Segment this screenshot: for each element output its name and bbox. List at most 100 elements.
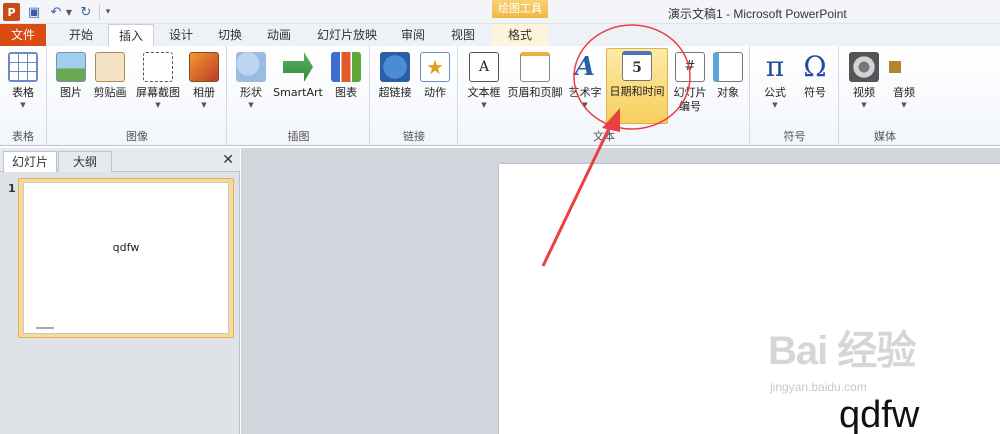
drawing-tools-header: 绘图工具 (492, 0, 548, 18)
customize-quick-access-icon[interactable]: ▾ (103, 3, 113, 21)
logo-letter: P (7, 5, 16, 19)
tab-transitions[interactable]: 切换 (207, 24, 253, 46)
film-reel-icon (849, 52, 879, 82)
hyperlink-label: 超链接 (378, 86, 412, 99)
slide-thumbnail: qdfw (23, 182, 229, 334)
table-icon (8, 52, 38, 82)
tab-review[interactable]: 审阅 (390, 24, 436, 46)
picture-icon (56, 52, 86, 82)
screenshot-icon (143, 52, 173, 82)
audio-label: 音频 (893, 86, 915, 99)
slide-number-label-line2: 编号 (679, 100, 701, 113)
symbol-button[interactable]: Ω 符号 (797, 50, 833, 122)
symbol-label: 符号 (804, 86, 826, 99)
dropdown-arrow-icon: ▼ (201, 101, 207, 109)
dropdown-arrow-icon: ▼ (481, 101, 487, 109)
shapes-label: 形状 (240, 86, 262, 99)
group-label-symbols: 符号 (783, 130, 806, 143)
clipart-label: 剪贴画 (93, 86, 127, 99)
object-label: 对象 (717, 86, 739, 99)
tab-home[interactable]: 开始 (57, 24, 105, 46)
quick-access-divider (99, 4, 100, 20)
textbox-icon: A (469, 52, 499, 82)
hyperlink-button[interactable]: 超链接 (375, 50, 415, 122)
video-label: 视频 (853, 86, 875, 99)
group-text: A 文本框 ▼ 页眉和页脚 A 艺术字 ▼ 5 日期和时间 # 幻灯片 编号 对… (459, 46, 750, 146)
wordart-icon: A (574, 52, 596, 82)
date-time-button[interactable]: 5 日期和时间 (606, 48, 668, 124)
dropdown-arrow-icon: ▼ (772, 101, 778, 109)
slide-number-label-line1: 幻灯片 (673, 86, 707, 99)
object-icon (713, 52, 743, 82)
screenshot-button[interactable]: 屏幕截图 ▼ (132, 50, 184, 122)
chart-button[interactable]: 图表 (328, 50, 364, 122)
powerpoint-logo-icon[interactable]: P (3, 3, 20, 21)
group-label-text: 文本 (593, 130, 615, 143)
slide-number-button[interactable]: # 幻灯片 编号 (670, 50, 710, 122)
chart-icon (331, 52, 361, 82)
wordart-label: 艺术字 (568, 86, 602, 99)
group-label-links: 链接 (403, 130, 425, 143)
header-footer-label: 页眉和页脚 (507, 86, 563, 99)
redo-icon[interactable]: ↻ (78, 3, 94, 21)
ribbon-insert: 表格 ▼ 表格 图片 剪贴画 屏幕截图 ▼ 相册 ▼ 图像 形状 ▼ Smart… (0, 46, 1000, 146)
header-footer-button[interactable]: 页眉和页脚 (505, 50, 565, 122)
save-icon[interactable]: ▣ (26, 3, 42, 21)
audio-button[interactable]: 音频 ▼ (886, 50, 922, 122)
chart-label: 图表 (335, 86, 357, 99)
action-star-icon: ★ (420, 52, 450, 82)
watermark-main: Bai 经验 (768, 329, 916, 373)
slide-thumbnail-selected[interactable]: qdfw (18, 178, 234, 338)
smartart-button[interactable]: SmartArt (270, 50, 326, 122)
picture-button[interactable]: 图片 (54, 50, 88, 122)
dropdown-arrow-icon: ▼ (20, 101, 26, 109)
tab-insert[interactable]: 插入 (108, 24, 154, 47)
group-media: 视频 ▼ 音频 ▼ 媒体 (840, 46, 930, 146)
dropdown-arrow-icon: ▼ (155, 101, 161, 109)
globe-link-icon (380, 52, 410, 82)
textbox-label: 文本框 (467, 86, 501, 99)
panel-tab-outline[interactable]: 大纲 (58, 151, 112, 172)
wordart-button[interactable]: A 艺术字 ▼ (565, 50, 605, 122)
watermark: Bai 经验 jingyan.baidu.com (768, 318, 988, 398)
shapes-button[interactable]: 形状 ▼ (234, 50, 268, 122)
dropdown-arrow-icon: ▼ (861, 101, 867, 109)
tab-file[interactable]: 文件 (0, 24, 46, 46)
action-button[interactable]: ★ 动作 (417, 50, 453, 122)
tab-format[interactable]: 格式 (492, 24, 548, 46)
smartart-icon (283, 52, 313, 82)
dropdown-arrow-icon: ▼ (582, 101, 588, 109)
panel-tab-slides[interactable]: 幻灯片 (3, 151, 57, 172)
album-label: 相册 (193, 86, 215, 99)
undo-dropdown-icon[interactable]: ▼ (64, 3, 74, 21)
slides-panel: 幻灯片 大纲 ✕ 1 qdfw (0, 148, 240, 434)
video-button[interactable]: 视频 ▼ (846, 50, 882, 122)
clipart-button[interactable]: 剪贴画 (90, 50, 130, 122)
calendar-clock-icon: 5 (622, 51, 652, 81)
table-button[interactable]: 表格 ▼ (4, 50, 42, 122)
table-label: 表格 (12, 86, 34, 99)
slide-number-icon: # (675, 52, 705, 82)
equation-label: 公式 (764, 86, 786, 99)
tab-view[interactable]: 视图 (440, 24, 486, 46)
slide-text[interactable]: qdfw (839, 394, 919, 434)
group-label-media: 媒体 (874, 130, 896, 143)
equation-button[interactable]: π 公式 ▼ (757, 50, 793, 122)
group-illustrations: 形状 ▼ SmartArt 图表 插图 (228, 46, 370, 146)
group-label-tables: 表格 (12, 130, 34, 143)
tab-design[interactable]: 设计 (158, 24, 204, 46)
tab-animations[interactable]: 动画 (256, 24, 302, 46)
group-label-images: 图像 (126, 130, 148, 143)
group-images: 图片 剪贴画 屏幕截图 ▼ 相册 ▼ 图像 (48, 46, 227, 146)
group-symbols: π 公式 ▼ Ω 符号 符号 (751, 46, 839, 146)
dropdown-arrow-icon: ▼ (248, 101, 254, 109)
shapes-icon (236, 52, 266, 82)
screenshot-label: 屏幕截图 (136, 86, 180, 99)
date-time-label: 日期和时间 (609, 85, 665, 98)
close-icon[interactable]: ✕ (222, 152, 234, 168)
album-button[interactable]: 相册 ▼ (186, 50, 222, 122)
undo-icon[interactable]: ↶ (48, 3, 64, 21)
textbox-button[interactable]: A 文本框 ▼ (463, 50, 505, 122)
tab-slideshow[interactable]: 幻灯片放映 (311, 24, 383, 46)
object-button[interactable]: 对象 (711, 50, 745, 122)
